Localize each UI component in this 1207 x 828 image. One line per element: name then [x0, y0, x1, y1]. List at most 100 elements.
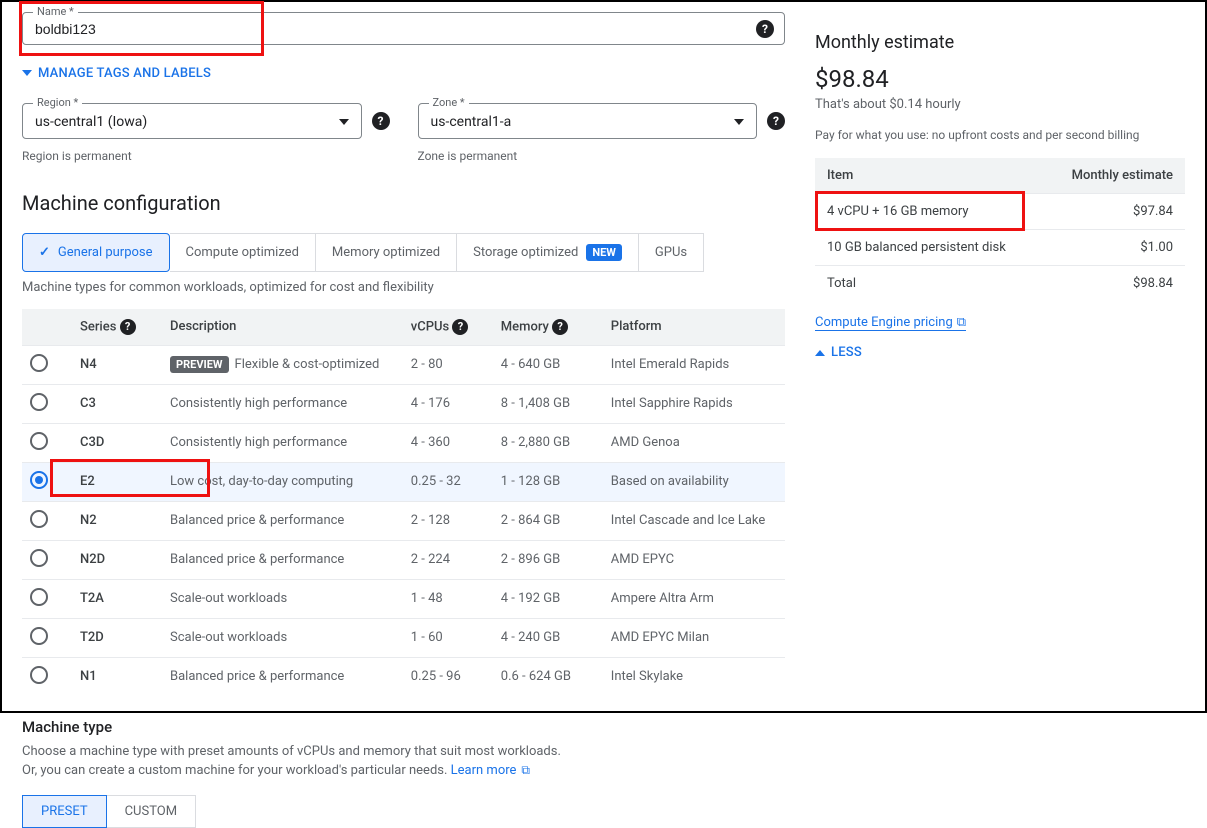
cost-item: Total — [815, 266, 1044, 302]
radio-c3d[interactable] — [30, 432, 48, 450]
zone-value: us-central1-a — [431, 114, 512, 130]
new-badge: NEW — [586, 244, 622, 261]
radio-n2d[interactable] — [30, 549, 48, 567]
subtab-custom[interactable]: CUSTOM — [107, 795, 196, 828]
help-icon[interactable]: ? — [120, 319, 136, 335]
series-name: C3D — [72, 423, 162, 462]
series-name: N4 — [72, 345, 162, 384]
tab-gpus[interactable]: GPUs — [639, 233, 704, 272]
series-row-t2a[interactable]: T2AScale-out workloads1 - 484 - 192 GBAm… — [22, 579, 785, 618]
name-label: Name * — [33, 5, 78, 18]
series-name: N2D — [72, 540, 162, 579]
help-icon[interactable]: ? — [552, 319, 568, 335]
tab-label: Storage optimized — [473, 245, 578, 260]
preview-badge: PREVIEW — [170, 356, 229, 373]
tab-description: Machine types for common workloads, opti… — [22, 280, 785, 295]
region-select[interactable]: Region * us-central1 (Iowa) — [22, 103, 362, 139]
chevron-down-icon — [22, 70, 32, 76]
zone-helper: Zone is permanent — [418, 149, 786, 163]
series-platform: Based on availability — [603, 462, 785, 501]
series-memory: 1 - 128 GB — [493, 462, 603, 501]
zone-select[interactable]: Zone * us-central1-a — [418, 103, 758, 139]
tab-label: General purpose — [58, 245, 153, 260]
series-memory: 8 - 2,880 GB — [493, 423, 603, 462]
help-icon[interactable]: ? — [767, 112, 785, 130]
caret-down-icon — [734, 119, 744, 125]
tab-label: Compute optimized — [186, 245, 299, 260]
series-memory: 4 - 192 GB — [493, 579, 603, 618]
series-name: N2 — [72, 501, 162, 540]
radio-t2a[interactable] — [30, 588, 48, 606]
name-input[interactable] — [35, 21, 772, 37]
series-vcpus: 2 - 224 — [403, 540, 493, 579]
series-vcpus: 0.25 - 96 — [403, 657, 493, 696]
series-desc: Balanced price & performance — [162, 501, 403, 540]
series-vcpus: 2 - 80 — [403, 345, 493, 384]
series-platform: AMD Genoa — [603, 423, 785, 462]
series-desc: Low cost, day-to-day computing — [162, 462, 403, 501]
col-series: Series — [80, 319, 116, 334]
series-row-t2d[interactable]: T2DScale-out workloads1 - 604 - 240 GBAM… — [22, 618, 785, 657]
cost-row: 4 vCPU + 16 GB memory$97.84 — [815, 194, 1185, 230]
series-row-c3[interactable]: C3Consistently high performance4 - 1768 … — [22, 384, 785, 423]
series-table: Series ? Description vCPUs ? Memory ? Pl… — [22, 309, 785, 696]
series-name: T2A — [72, 579, 162, 618]
series-memory: 8 - 1,408 GB — [493, 384, 603, 423]
machine-type-subtabs: PRESET CUSTOM — [22, 795, 785, 828]
series-vcpus: 2 - 128 — [403, 501, 493, 540]
name-field-container: Name * ? — [22, 12, 785, 45]
series-row-e2[interactable]: E2Low cost, day-to-day computing0.25 - 3… — [22, 462, 785, 501]
series-desc: Consistently high performance — [162, 384, 403, 423]
col-estimate: Monthly estimate — [1044, 158, 1185, 194]
pricing-link[interactable]: Compute Engine pricing ⧉ — [815, 315, 966, 331]
radio-e2[interactable] — [30, 471, 48, 489]
cost-item: 4 vCPU + 16 GB memory — [815, 194, 1044, 230]
series-memory: 0.6 - 624 GB — [493, 657, 603, 696]
tab-general-purpose[interactable]: ✓ General purpose — [22, 233, 170, 272]
help-icon[interactable]: ? — [372, 112, 390, 130]
help-icon[interactable]: ? — [452, 319, 468, 335]
series-desc: Scale-out workloads — [162, 579, 403, 618]
machine-type-desc: Choose a machine type with preset amount… — [22, 742, 785, 781]
radio-n4[interactable] — [30, 354, 48, 372]
series-row-n2[interactable]: N2Balanced price & performance2 - 1282 -… — [22, 501, 785, 540]
col-vcpus: vCPUs — [411, 319, 449, 334]
series-desc: Scale-out workloads — [162, 618, 403, 657]
tab-storage-optimized[interactable]: Storage optimized NEW — [457, 233, 639, 272]
less-toggle[interactable]: LESS — [815, 345, 862, 360]
series-vcpus: 1 - 60 — [403, 618, 493, 657]
series-memory: 2 - 864 GB — [493, 501, 603, 540]
radio-n2[interactable] — [30, 510, 48, 528]
help-icon[interactable]: ? — [756, 20, 774, 38]
series-row-c3d[interactable]: C3DConsistently high performance4 - 3608… — [22, 423, 785, 462]
subtab-preset[interactable]: PRESET — [22, 795, 107, 828]
tab-memory-optimized[interactable]: Memory optimized — [316, 233, 457, 272]
series-platform: Intel Cascade and Ice Lake — [603, 501, 785, 540]
series-vcpus: 4 - 176 — [403, 384, 493, 423]
cost-price: $98.84 — [1044, 266, 1185, 302]
radio-c3[interactable] — [30, 393, 48, 411]
radio-n1[interactable] — [30, 666, 48, 684]
external-link-icon: ⧉ — [518, 763, 530, 777]
series-platform: Intel Skylake — [603, 657, 785, 696]
series-memory: 2 - 896 GB — [493, 540, 603, 579]
tab-compute-optimized[interactable]: Compute optimized — [170, 233, 316, 272]
series-platform: Ampere Altra Arm — [603, 579, 785, 618]
series-platform: AMD EPYC Milan — [603, 618, 785, 657]
cost-price: $1.00 — [1044, 230, 1185, 266]
cost-row: Total$98.84 — [815, 266, 1185, 302]
radio-t2d[interactable] — [30, 627, 48, 645]
cost-item: 10 GB balanced persistent disk — [815, 230, 1044, 266]
cost-row: 10 GB balanced persistent disk$1.00 — [815, 230, 1185, 266]
tab-label: GPUs — [655, 245, 687, 260]
series-row-n2d[interactable]: N2DBalanced price & performance2 - 2242 … — [22, 540, 785, 579]
col-memory: Memory — [501, 319, 549, 334]
series-desc: Balanced price & performance — [162, 657, 403, 696]
series-memory: 4 - 640 GB — [493, 345, 603, 384]
series-name: T2D — [72, 618, 162, 657]
series-row-n1[interactable]: N1Balanced price & performance0.25 - 960… — [22, 657, 785, 696]
series-row-n4[interactable]: N4PREVIEWFlexible & cost-optimized2 - 80… — [22, 345, 785, 384]
series-desc: PREVIEWFlexible & cost-optimized — [162, 345, 403, 384]
learn-more-link[interactable]: Learn more ⧉ — [451, 763, 530, 778]
manage-tags-toggle[interactable]: MANAGE TAGS AND LABELS — [22, 66, 211, 81]
